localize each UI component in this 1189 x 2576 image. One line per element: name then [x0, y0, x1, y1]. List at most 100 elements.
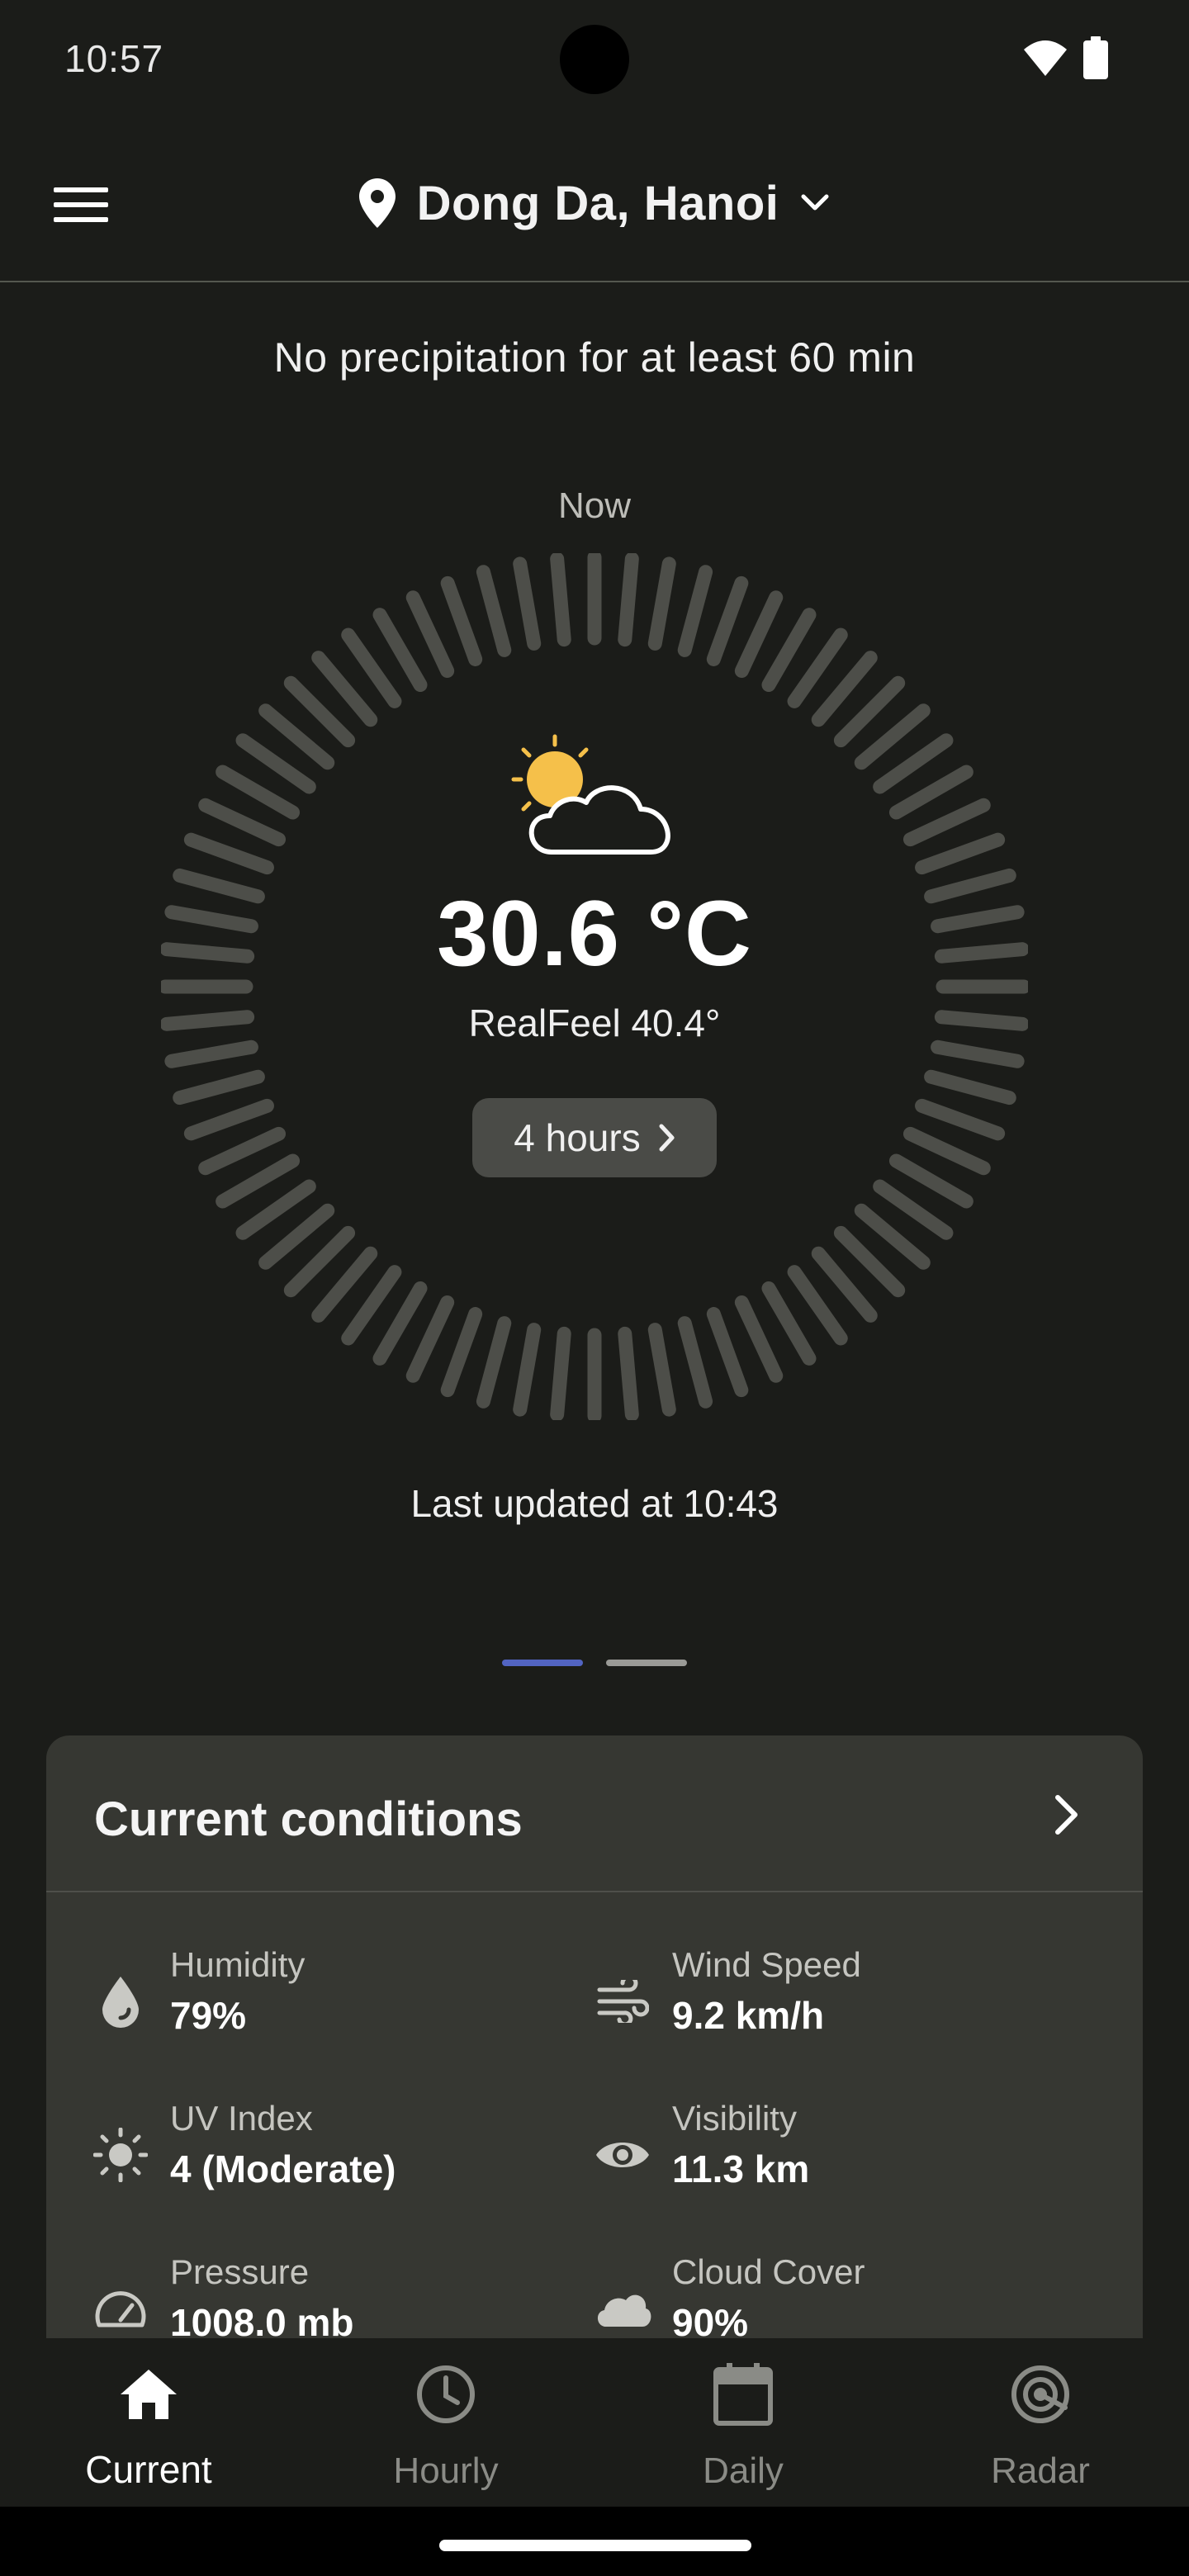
dial-tick [216, 765, 301, 820]
nav-current[interactable]: Current [0, 2338, 297, 2507]
calendar-icon [594, 2361, 892, 2427]
condition-value: 9.2 km/h [672, 1994, 825, 2037]
current-temperature: 30.6 °C [437, 882, 752, 985]
card-title: Current conditions [94, 1792, 523, 1846]
dial-tick [440, 575, 483, 666]
dial-tick [902, 1126, 991, 1176]
dial-tick [902, 798, 991, 847]
visibility-item: Visibility 11.3 km [591, 2099, 1087, 2223]
dial-tick [618, 1326, 639, 1420]
battery-icon [1083, 36, 1108, 79]
gauge-icon [89, 2277, 152, 2340]
sun-icon [89, 2124, 152, 2186]
status-time: 10:57 [64, 37, 164, 80]
dial-tick [931, 1039, 1025, 1068]
dial-tick [734, 1295, 784, 1383]
wind-icon [591, 1970, 654, 2033]
camera-cutout [560, 25, 629, 94]
dial-tick [476, 1316, 512, 1409]
dial-tick [513, 1323, 542, 1417]
humidity-item: Humidity 79% [89, 1945, 585, 2069]
condition-label: Cloud Cover [672, 2252, 865, 2291]
condition-label: UV Index [170, 2099, 313, 2138]
dial-tick [647, 1323, 676, 1417]
wind-speed-item: Wind Speed 9.2 km/h [591, 1945, 1087, 2069]
condition-label: Wind Speed [672, 1945, 861, 1984]
dial-tick [440, 1307, 483, 1398]
last-updated-text: Last updated at 10:43 [410, 1482, 779, 1525]
dial-tick [164, 1039, 258, 1068]
nav-label: Radar [991, 2451, 1090, 2491]
dial-tick [173, 1069, 265, 1106]
clock-icon [297, 2361, 594, 2427]
radar-icon [892, 2361, 1189, 2427]
dial-tick [706, 1307, 749, 1398]
dial-tick [677, 565, 713, 657]
temperature-dial [161, 553, 1028, 1420]
condition-value: 79% [170, 1994, 247, 2037]
dial-tick [706, 575, 749, 666]
nav-radar[interactable]: Radar [892, 2338, 1189, 2507]
page-indicator-2[interactable] [606, 1660, 687, 1666]
partly-cloudy-day-icon [511, 734, 670, 855]
dial-tick [647, 556, 676, 651]
dial-tick [198, 798, 287, 847]
wifi-icon [1024, 40, 1067, 76]
nav-label: Current [85, 2448, 212, 2491]
precipitation-forecast: No precipitation for at least 60 min [273, 334, 916, 381]
dial-tick [915, 1098, 1006, 1141]
dial-tick [734, 590, 784, 679]
weather-screen: 10:57 Dong Da, Hanoi No precipitation fo… [0, 0, 1189, 2576]
page-indicator-1[interactable] [502, 1660, 583, 1666]
nav-hourly[interactable]: Hourly [297, 2338, 594, 2507]
dial-tick [476, 565, 512, 657]
chevron-down-icon [801, 194, 829, 211]
hours-button-label: 4 hours [514, 1116, 641, 1159]
water-drop-icon [89, 1970, 152, 2033]
chevron-right-icon [1055, 1795, 1078, 1835]
nav-daily[interactable]: Daily [594, 2338, 892, 2507]
dial-tick [216, 1153, 301, 1209]
realfeel-temperature: RealFeel 40.4° [468, 1002, 721, 1044]
dial-tick [405, 590, 455, 679]
dial-tick [924, 1069, 1016, 1106]
nav-label: Daily [703, 2451, 784, 2491]
dial-tick [513, 556, 542, 651]
dial-tick [372, 608, 428, 693]
condition-label: Visibility [672, 2099, 797, 2138]
dial-tick [761, 1281, 817, 1366]
dial-tick [550, 1326, 571, 1420]
dial-tick [372, 1281, 428, 1366]
now-label: Now [557, 485, 632, 526]
location-selector[interactable]: Dong Da, Hanoi [0, 124, 1189, 282]
dial-tick [888, 765, 973, 820]
cloud-icon [591, 2277, 654, 2340]
location-name: Dong Da, Hanoi [416, 176, 779, 230]
nav-label: Hourly [393, 2451, 499, 2491]
uv-index-item: UV Index 4 (Moderate) [89, 2099, 585, 2223]
condition-label: Humidity [170, 1945, 306, 1984]
current-conditions-header[interactable]: Current conditions [46, 1735, 1143, 1892]
home-indicator[interactable] [439, 2540, 751, 2551]
menu-icon [54, 187, 108, 222]
location-pin-icon [358, 178, 396, 228]
dial-tick [405, 1295, 455, 1383]
condition-value: 11.3 km [672, 2147, 810, 2190]
dial-tick [915, 832, 1006, 875]
dial-tick [198, 1126, 287, 1176]
status-bar: 10:57 [0, 0, 1189, 124]
chevron-right-icon [659, 1124, 675, 1152]
condition-label: Pressure [170, 2252, 310, 2291]
home-icon [0, 2361, 297, 2427]
bottom-navigation: Current Hourly Daily Radar [0, 2338, 1189, 2507]
dial-tick [183, 832, 274, 875]
dial-tick [888, 1153, 973, 1209]
dial-tick [761, 608, 817, 693]
hourly-forecast-button[interactable]: 4 hours [472, 1098, 717, 1177]
eye-icon [591, 2124, 654, 2186]
menu-button[interactable] [41, 173, 121, 236]
dial-tick [677, 1316, 713, 1409]
dial-tick [183, 1098, 274, 1141]
dial-tick [550, 553, 571, 647]
condition-value: 4 (Moderate) [170, 2147, 396, 2190]
